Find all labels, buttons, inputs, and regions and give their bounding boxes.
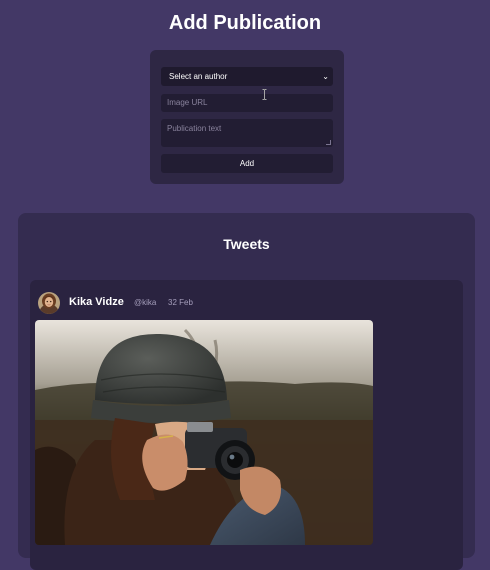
- tweet-date: 32 Feb: [168, 298, 193, 307]
- author-select[interactable]: Select an author ⌄: [161, 67, 333, 86]
- tweets-title: Tweets: [223, 236, 270, 252]
- tweets-panel: Tweets Kika Vidze @kika 32 Feb: [18, 213, 475, 570]
- publication-text-input[interactable]: Publication text: [161, 119, 333, 147]
- tweet-image[interactable]: [35, 320, 373, 545]
- photo-woman-with-camera-icon: [35, 320, 373, 545]
- tweet-author-handle[interactable]: @kika: [134, 298, 156, 307]
- add-button[interactable]: Add: [161, 154, 333, 173]
- tweet-author-name[interactable]: Kika Vidze: [69, 296, 124, 308]
- add-publication-form: Select an author ⌄ Image URL Publication…: [150, 50, 344, 184]
- image-url-placeholder: Image URL: [167, 98, 208, 107]
- publication-text-placeholder: Publication text: [167, 124, 222, 133]
- avatar-image: [38, 292, 60, 314]
- text-cursor-icon: [262, 89, 267, 100]
- page-title: Add Publication: [168, 12, 322, 34]
- resize-handle-icon[interactable]: [326, 140, 331, 145]
- image-url-input[interactable]: Image URL: [161, 94, 333, 112]
- author-select-value: Select an author: [169, 72, 228, 81]
- tweet-card[interactable]: Kika Vidze @kika 32 Feb: [30, 280, 463, 570]
- chevron-down-icon: ⌄: [322, 72, 329, 81]
- avatar[interactable]: [38, 292, 60, 314]
